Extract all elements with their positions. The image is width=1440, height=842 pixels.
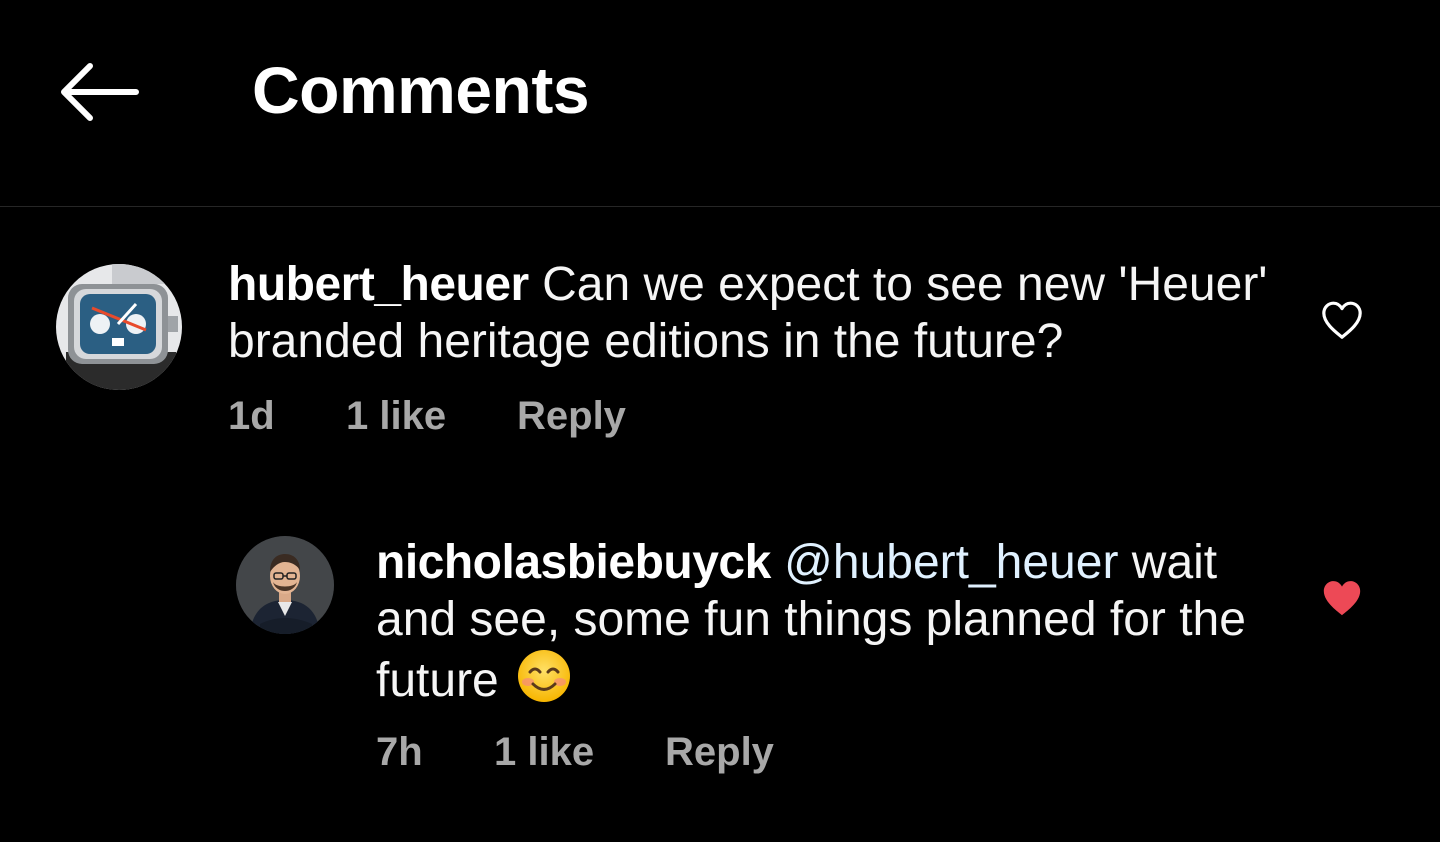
heart-filled-icon	[1323, 581, 1361, 616]
comment-body-line-2: and see, some fun things planned for the	[376, 593, 1246, 646]
comment-meta: 1d 1 like Reply	[228, 392, 626, 440]
mention-link[interactable]: @hubert_heuer	[784, 536, 1118, 589]
page-title: Comments	[252, 53, 590, 127]
comments-screen: Comments hubert_heuer Can we expect to s…	[0, 0, 1440, 842]
comment-time: 7h	[376, 730, 423, 774]
comment-username[interactable]: hubert_heuer	[228, 258, 529, 311]
reply-button[interactable]: Reply	[665, 728, 774, 776]
header-divider	[0, 206, 1440, 207]
back-button[interactable]	[48, 52, 148, 132]
comment-username[interactable]: nicholasbiebuyck	[376, 536, 771, 589]
comment-like-count[interactable]: 1 like	[346, 392, 517, 440]
avatar[interactable]	[236, 536, 334, 634]
reply-button[interactable]: Reply	[517, 392, 626, 440]
comment-meta: 7h 1 like Reply	[376, 728, 774, 776]
smiling-face-icon	[518, 650, 571, 702]
comment-text: hubert_heuer Can we expect to see new 'H…	[228, 256, 1288, 370]
comment-body-line-1: wait	[1131, 536, 1218, 589]
comment-time: 1d	[228, 394, 275, 438]
comment-like-count[interactable]: 1 like	[494, 728, 665, 776]
arrow-left-icon	[61, 63, 139, 121]
like-button[interactable]	[1314, 570, 1370, 626]
heart-outline-icon	[1322, 301, 1362, 339]
like-button[interactable]	[1314, 292, 1370, 348]
header: Comments	[0, 0, 1440, 206]
comment-text: nicholasbiebuyck @hubert_heuer wait and …	[376, 534, 1276, 709]
avatar[interactable]	[56, 264, 182, 390]
comment-body-line-3: future	[376, 654, 499, 707]
